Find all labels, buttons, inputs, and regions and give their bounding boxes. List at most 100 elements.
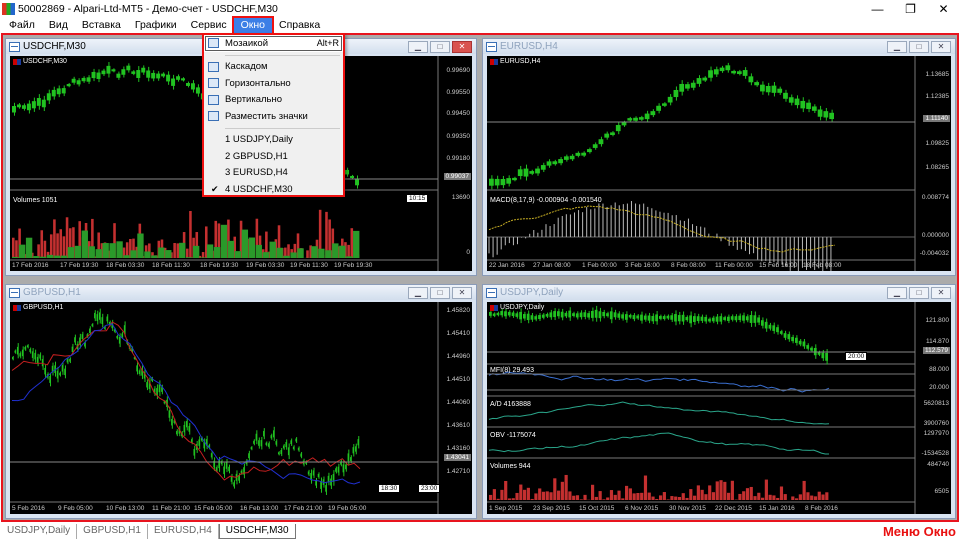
- chart-window-titlebar[interactable]: USDJPY,Daily ▁ □ ✕: [483, 285, 955, 300]
- menu-item-horizontal[interactable]: Горизонтально: [204, 75, 343, 92]
- volume-bar: [761, 497, 765, 500]
- candle-body: [228, 466, 230, 472]
- maximize-icon[interactable]: □: [909, 41, 929, 53]
- volume-bar: [549, 492, 553, 500]
- candle-body: [507, 311, 511, 316]
- chart-window-eurusd[interactable]: EURUSD,H4 ▁ □ ✕ EURUSD,H4 MACD(8,17,9) -…: [482, 38, 956, 276]
- candle-body: [327, 475, 330, 483]
- menu-tools[interactable]: Сервис: [184, 18, 234, 33]
- candle-body: [725, 65, 731, 71]
- candle-body: [656, 105, 661, 111]
- date-label: 8 Feb 2016: [805, 505, 838, 512]
- volume-bar: [347, 244, 350, 258]
- chart-window-titlebar[interactable]: EURUSD,H4 ▁ □ ✕: [483, 39, 955, 54]
- volume-bar: [575, 495, 580, 500]
- menu-item-cascade[interactable]: Каскадом: [204, 59, 343, 76]
- candle-body: [86, 77, 91, 82]
- tab-usdjpy[interactable]: USDJPY,Daily: [1, 524, 78, 539]
- menu-item-window-4[interactable]: ✔ 4 USDCHF,M30: [204, 181, 343, 198]
- maximize-icon[interactable]: □: [430, 41, 450, 53]
- chart-icon: [9, 287, 20, 298]
- maximize-icon[interactable]: □: [909, 287, 929, 299]
- chart-window-gbpusd[interactable]: GBPUSD,H1 ▁ □ ✕ GBPUSD,H1 1.45820 1.4541…: [5, 284, 477, 519]
- menu-help[interactable]: Справка: [272, 18, 327, 33]
- chart-plot[interactable]: USDJPY,Daily 121.800 114.870 112.579 20:…: [487, 302, 951, 514]
- close-icon[interactable]: ✕: [931, 41, 951, 53]
- volume-bar: [557, 490, 561, 500]
- tab-usdchf[interactable]: USDCHF,M30: [218, 524, 296, 539]
- candle-body: [633, 117, 638, 121]
- menu-insert[interactable]: Вставка: [75, 18, 128, 33]
- volume-bar: [116, 241, 123, 258]
- menu-item-window-1[interactable]: 1 USDJPY,Daily: [204, 132, 343, 149]
- close-icon[interactable]: ✕: [452, 287, 472, 299]
- candle-body: [41, 99, 46, 108]
- candle-body: [659, 316, 662, 319]
- close-icon[interactable]: ✕: [927, 0, 960, 17]
- volume-bar: [523, 489, 527, 500]
- volume-bar: [693, 495, 697, 500]
- flag-icon: [490, 58, 498, 65]
- close-icon[interactable]: ✕: [452, 41, 472, 53]
- minimize-icon[interactable]: ▁: [887, 287, 907, 299]
- chart-plot[interactable]: EURUSD,H4 MACD(8,17,9) -0.000904 -0.0015…: [487, 56, 951, 271]
- chart-plot[interactable]: GBPUSD,H1 1.45820 1.45410 1.44960 1.4451…: [10, 302, 472, 514]
- candle-body: [335, 468, 337, 472]
- volume-bar: [666, 499, 670, 500]
- volume-bar: [504, 481, 508, 500]
- restore-icon[interactable]: ❐: [894, 0, 927, 17]
- menu-separator: [225, 54, 340, 56]
- menu-item-vertical[interactable]: Вертикально: [204, 92, 343, 109]
- candle-body: [700, 316, 704, 321]
- tile-horizontal-icon: [208, 78, 219, 88]
- volume-bar: [519, 484, 523, 500]
- close-icon[interactable]: ✕: [931, 287, 951, 299]
- price-label: 1.44510: [446, 376, 471, 383]
- price-label: 0.99350: [446, 133, 471, 140]
- price-label: 1.45410: [446, 330, 471, 337]
- menu-file[interactable]: Файл: [2, 18, 42, 33]
- menu-item-arrange-icons[interactable]: Разместить значки: [204, 108, 343, 125]
- candle-body: [609, 311, 613, 320]
- candle-body: [91, 324, 94, 327]
- date-label: 11 Feb 00:00: [715, 262, 753, 269]
- candle-body: [61, 365, 64, 372]
- chart-window-usdjpy[interactable]: USDJPY,Daily ▁ □ ✕ USDJPY,Daily 121.800 …: [482, 284, 956, 519]
- tab-gbpusd[interactable]: GBPUSD,H1: [77, 524, 148, 539]
- tab-eurusd[interactable]: EURUSD,H4: [148, 524, 219, 539]
- date-label: 15 Oct 2015: [579, 505, 615, 512]
- candle-body: [223, 466, 225, 475]
- price-label: 1.08265: [925, 164, 950, 171]
- candle-body: [255, 433, 258, 441]
- maximize-icon[interactable]: □: [430, 287, 450, 299]
- candle-body: [66, 359, 69, 363]
- candle-body: [230, 476, 233, 482]
- minimize-icon[interactable]: ▁: [408, 287, 428, 299]
- candle-body: [783, 333, 787, 338]
- volume-bar: [564, 474, 568, 500]
- volume-bar: [779, 486, 784, 500]
- menu-charts[interactable]: Графики: [128, 18, 184, 33]
- menu-item-window-3[interactable]: 3 EURUSD,H4: [204, 165, 343, 182]
- volume-bar: [613, 494, 617, 500]
- chart-window-titlebar[interactable]: GBPUSD,H1 ▁ □ ✕: [6, 285, 476, 300]
- price-label: 1.43160: [446, 445, 471, 452]
- menu-item-tile[interactable]: Мозаикой Alt+R: [204, 35, 343, 52]
- minimize-icon[interactable]: ▁: [408, 41, 428, 53]
- menu-item-window-2[interactable]: 2 GBPUSD,H1: [204, 148, 343, 165]
- minimize-icon[interactable]: —: [861, 0, 894, 17]
- price-label: 121.800: [925, 317, 950, 324]
- minimize-icon[interactable]: ▁: [887, 41, 907, 53]
- cascade-icon: [208, 61, 219, 72]
- menu-window[interactable]: Окно: [231, 16, 275, 35]
- time-tag: 23:00: [418, 484, 441, 493]
- candle-body: [783, 92, 788, 99]
- volume-bar: [489, 494, 493, 500]
- window-title: 50002869 - Alpari-Ltd-MT5 - Демо-счет - …: [18, 2, 278, 15]
- candle-body: [292, 446, 295, 450]
- candle-body: [787, 334, 791, 340]
- indicator-label: Volumes 1051: [13, 197, 58, 204]
- menu-view[interactable]: Вид: [42, 18, 75, 33]
- volume-bar: [201, 252, 205, 258]
- candle-body: [569, 155, 575, 160]
